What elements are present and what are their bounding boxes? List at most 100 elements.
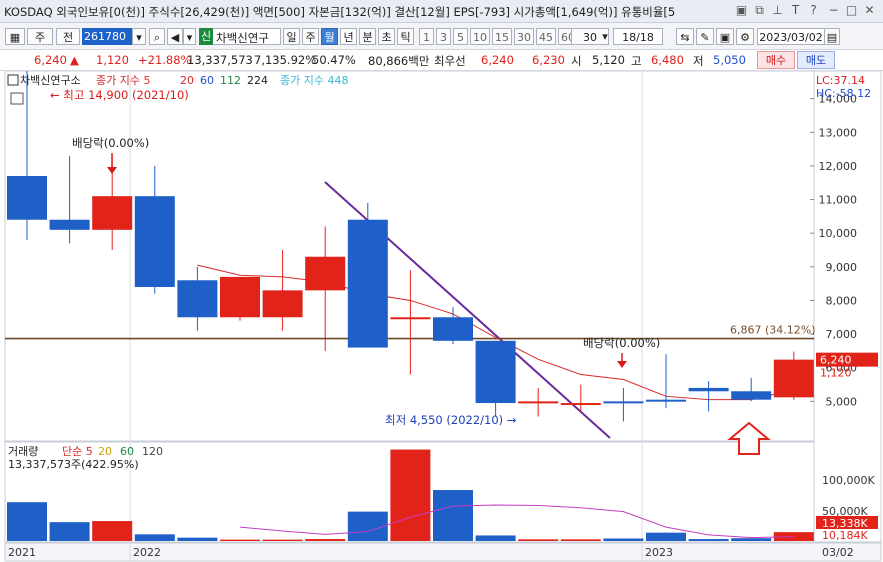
scroll-icon[interactable]: ⇆ bbox=[676, 28, 694, 45]
period-button-4[interactable]: 분 bbox=[359, 28, 376, 45]
y-tick-label: 8,000 bbox=[826, 294, 858, 307]
bid-price: 6,230 bbox=[532, 53, 565, 67]
date-field[interactable]: 2023/03/02 bbox=[757, 28, 825, 45]
candle-body bbox=[560, 403, 601, 406]
market-select[interactable]: 주 bbox=[27, 28, 53, 45]
high-label: ← 최고 14,900 (2021/10) bbox=[50, 88, 189, 102]
range-select[interactable]: 전 bbox=[56, 28, 80, 45]
candle-body bbox=[7, 176, 47, 220]
price-change: 1,120 bbox=[96, 53, 129, 67]
low-label: 최저 4,550 (2022/10) → bbox=[385, 413, 517, 427]
window-icon[interactable]: ⧉ bbox=[752, 3, 767, 18]
interval-button-5[interactable]: 5 bbox=[453, 28, 468, 45]
volume-bar bbox=[731, 538, 772, 541]
calendar-icon[interactable]: ▤ bbox=[824, 28, 840, 45]
chart-area[interactable]: 5,0006,0007,0008,0009,00010,00011,00012,… bbox=[0, 71, 883, 562]
open-price: 5,120 bbox=[592, 53, 625, 67]
period-button-2[interactable]: 월 bbox=[321, 28, 338, 45]
high-price: 6,480 bbox=[651, 53, 684, 67]
ask-price: 6,240 bbox=[481, 53, 514, 67]
volume: 13,337,573 bbox=[187, 53, 253, 67]
volume-title: 거래량 bbox=[8, 445, 38, 458]
draw-icon[interactable]: ✎ bbox=[696, 28, 714, 45]
candle-body bbox=[262, 290, 303, 318]
minimize-icon[interactable]: − bbox=[826, 3, 841, 18]
y-tick-label: 13,000 bbox=[819, 126, 858, 139]
chevron-down-icon[interactable]: ▾ bbox=[132, 28, 146, 45]
volume-tick-label: 100,000K bbox=[822, 474, 875, 487]
code-input[interactable]: 261780 bbox=[82, 28, 132, 45]
speaker-icon[interactable]: ◀ bbox=[167, 28, 183, 45]
candle-body bbox=[603, 401, 644, 404]
low-label: 저 bbox=[693, 54, 704, 68]
candle-body bbox=[433, 317, 473, 341]
maximize-icon[interactable]: □ bbox=[844, 3, 859, 18]
period-button-6[interactable]: 틱 bbox=[397, 28, 414, 45]
y-tick-label: 7,000 bbox=[826, 328, 858, 341]
calc-icon bbox=[10, 92, 24, 105]
help-icon[interactable]: ? bbox=[806, 3, 821, 18]
x-label: 2022 bbox=[133, 546, 161, 559]
volume-bar bbox=[433, 490, 473, 541]
interval-button-3[interactable]: 3 bbox=[436, 28, 451, 45]
current-price-tag-label: 6,240 bbox=[820, 354, 852, 367]
gear-icon[interactable]: ⚙ bbox=[736, 28, 754, 45]
volume-bar bbox=[220, 539, 260, 541]
low-price: 5,050 bbox=[713, 53, 746, 67]
hc-label: HC:-58.12 bbox=[816, 87, 871, 100]
candle-body bbox=[347, 219, 388, 348]
x-label: 2021 bbox=[8, 546, 36, 559]
candle-body bbox=[49, 219, 90, 230]
sell-button[interactable]: 매도 bbox=[797, 51, 835, 69]
candle-body bbox=[688, 387, 729, 392]
pin-icon[interactable]: ⊥ bbox=[770, 3, 785, 18]
legend-ma-value: 20 bbox=[180, 74, 194, 87]
interval-button-1[interactable]: 1 bbox=[419, 28, 434, 45]
y-tick-label: 11,000 bbox=[819, 194, 858, 207]
volume-bar bbox=[49, 522, 90, 541]
legend-ma-value: 224 bbox=[247, 74, 268, 87]
screen-icon[interactable]: ▣ bbox=[734, 3, 749, 18]
interval-button-45[interactable]: 45 bbox=[536, 28, 556, 45]
volume-bar bbox=[347, 511, 388, 541]
text-icon[interactable]: T bbox=[788, 3, 803, 18]
legend-ma448: 종가 지수 448 bbox=[280, 74, 348, 87]
current-price: 6,240 bbox=[34, 53, 67, 67]
volume-bar bbox=[134, 534, 175, 541]
buy-button[interactable]: 매수 bbox=[757, 51, 795, 69]
volume-bar bbox=[518, 539, 559, 541]
volume-bar bbox=[603, 538, 644, 541]
pref-label: 최우선 bbox=[434, 54, 466, 68]
ratio: 50.47% bbox=[312, 53, 356, 67]
amount: 80,866백만 bbox=[368, 54, 430, 68]
volume-legend-item: 60 bbox=[120, 445, 134, 458]
save-icon[interactable]: ▣ bbox=[716, 28, 734, 45]
volume-bar bbox=[92, 521, 133, 541]
volume-pct: 7,135.92% bbox=[254, 53, 317, 67]
interval-button-10[interactable]: 10 bbox=[470, 28, 490, 45]
period-button-5[interactable]: 초 bbox=[378, 28, 395, 45]
interval-button-15[interactable]: 15 bbox=[492, 28, 512, 45]
candle-body bbox=[92, 196, 133, 230]
candle-body bbox=[134, 196, 175, 287]
candle-body bbox=[305, 256, 346, 291]
search-icon[interactable]: ⌕ bbox=[149, 28, 165, 45]
candle-body bbox=[518, 401, 559, 404]
hline-label: 6,867 (34.12%) bbox=[730, 324, 816, 337]
interval-button-30[interactable]: 30 bbox=[514, 28, 534, 45]
chevron-down-icon[interactable]: ▾ bbox=[183, 28, 196, 45]
chevron-down-icon[interactable]: ▾ bbox=[599, 28, 611, 45]
period-button-1[interactable]: 주 bbox=[302, 28, 319, 45]
candle-body bbox=[646, 399, 686, 402]
legend-ma-value: 60 bbox=[200, 74, 214, 87]
y-tick-label: 12,000 bbox=[819, 160, 858, 173]
grid-icon[interactable]: ▦ bbox=[5, 28, 25, 45]
candle-body bbox=[220, 276, 260, 318]
legend-ma-value: 112 bbox=[220, 74, 241, 87]
close-icon[interactable]: ✕ bbox=[862, 3, 877, 18]
period-button-3[interactable]: 년 bbox=[340, 28, 357, 45]
candle-body bbox=[773, 359, 814, 398]
lc-label: LC:37.14 bbox=[816, 74, 865, 87]
candle-body bbox=[177, 280, 218, 318]
period-button-0[interactable]: 일 bbox=[283, 28, 300, 45]
